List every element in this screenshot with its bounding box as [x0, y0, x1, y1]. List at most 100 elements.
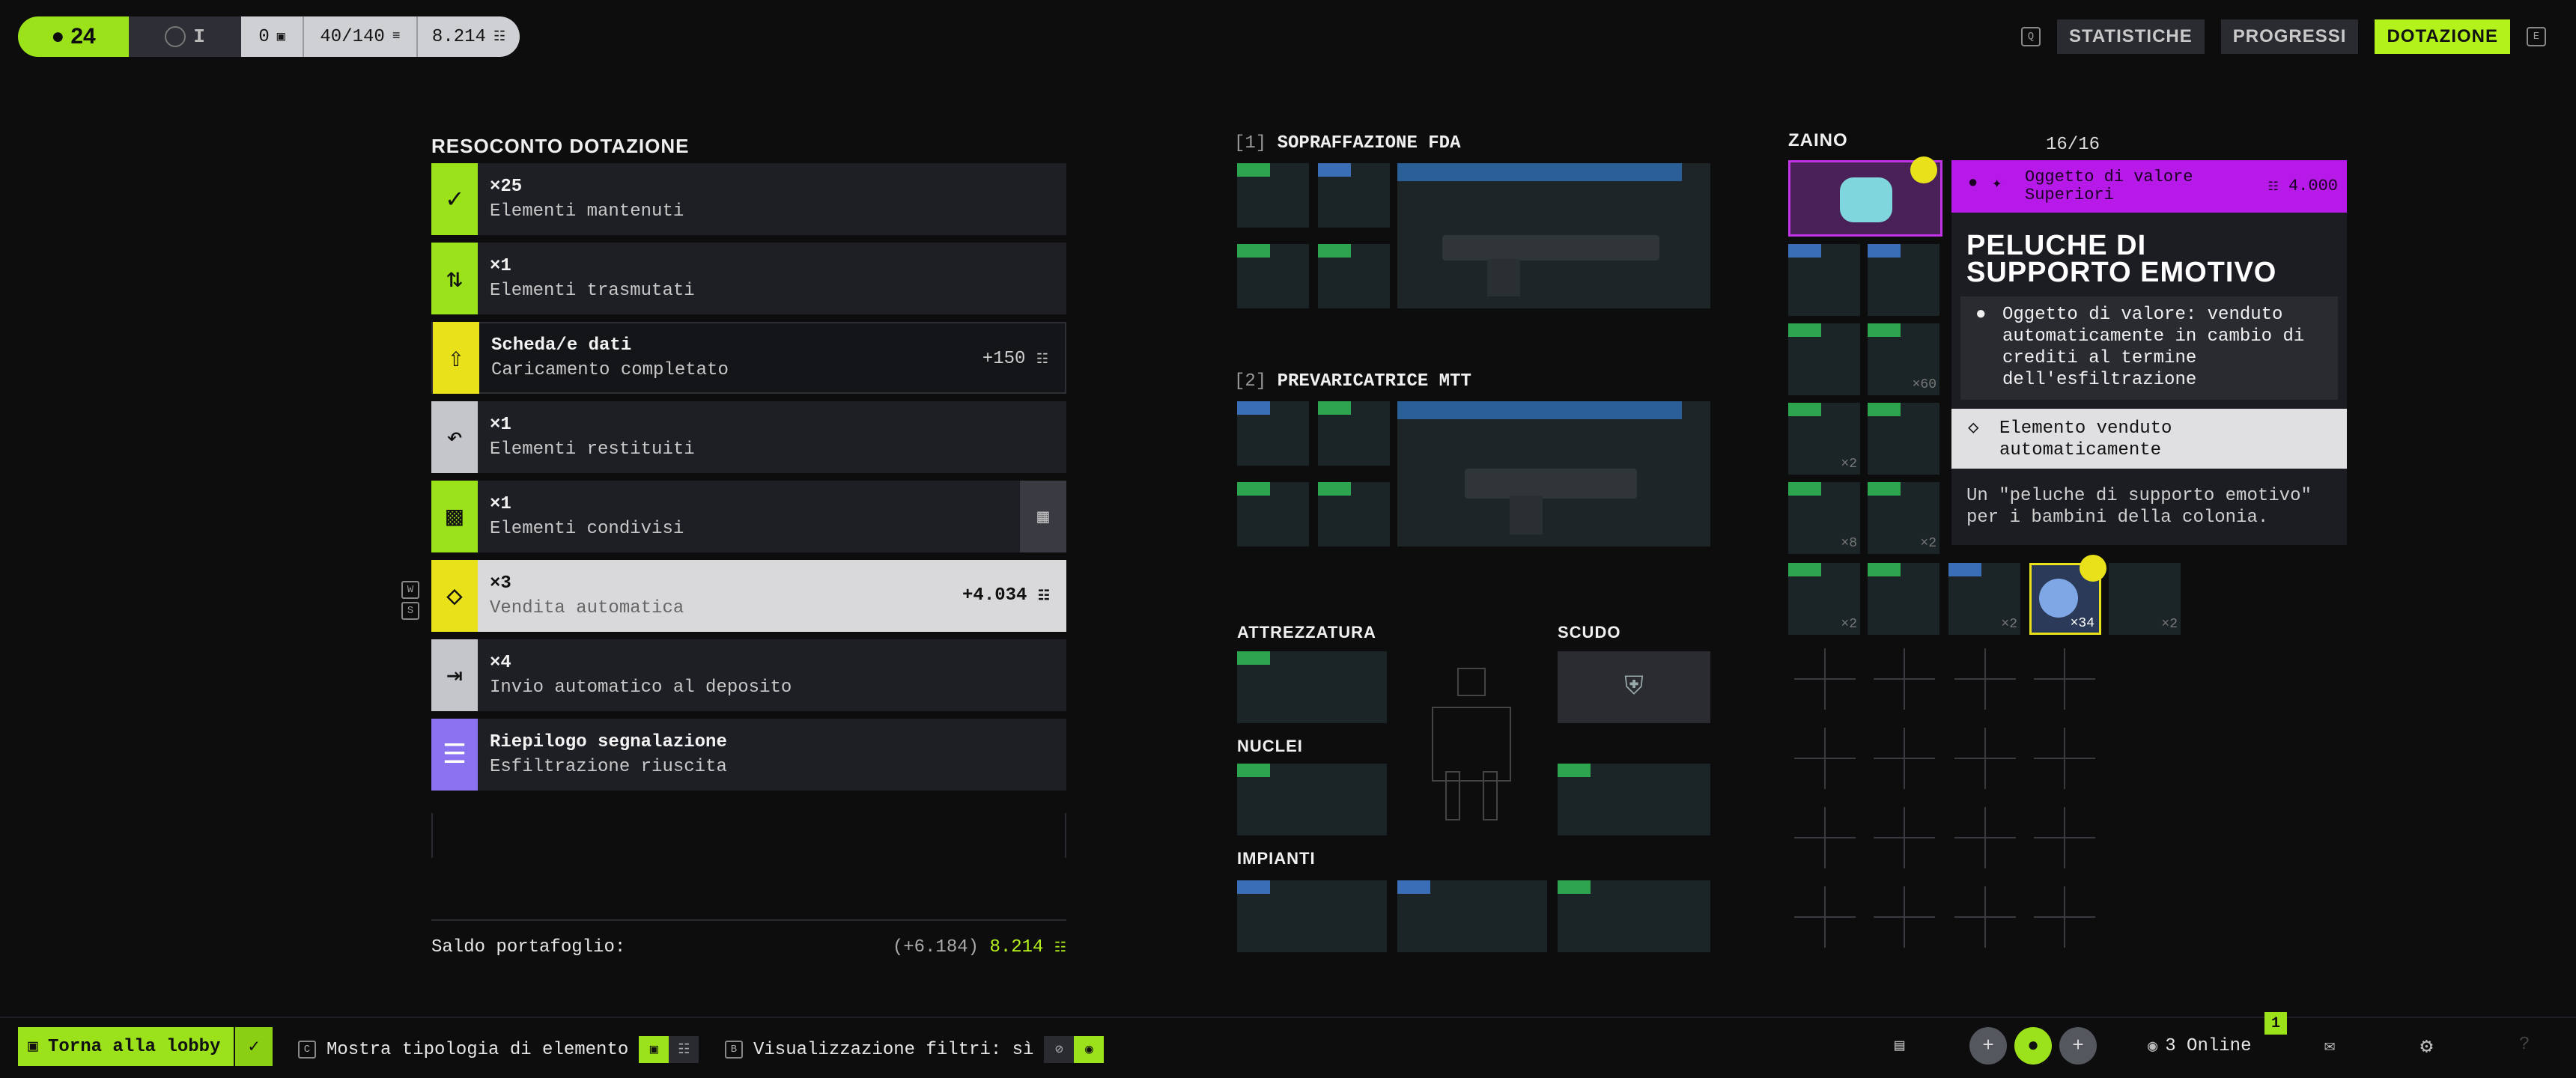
backpack-item[interactable]: ×2	[1948, 563, 2020, 635]
key-w[interactable]: W	[401, 581, 419, 599]
weapon-2-mod-slot[interactable]	[1237, 401, 1309, 466]
filter-view-toggle[interactable]: B Visualizzazione filtri: sì ⊘ ◉	[725, 1036, 1105, 1063]
row-title: Riepilogo segnalazione	[490, 732, 727, 752]
squad-controls: + ● +	[1969, 1027, 2097, 1065]
row-value: +150	[982, 349, 1026, 369]
summary-row-datacard[interactable]: ⇧ Scheda/e dati Caricamento completato +1…	[431, 322, 1066, 394]
weapon-1-mod-slot[interactable]	[1318, 244, 1390, 308]
back-to-lobby-button[interactable]: ▣ Torna alla lobby ✓	[18, 1027, 273, 1066]
summary-row-transmuted[interactable]: ⇅ ×1 Elementi trasmutati	[431, 243, 1066, 314]
tooltip-autosold: ◇ Elemento venduto automaticamente	[1951, 409, 2347, 469]
body-head-outline	[1457, 668, 1486, 696]
main-tabs: Q STATISTICHE PROGRESSI DOTAZIONE E	[2020, 19, 2546, 54]
credit-icon: ☷	[1036, 353, 1048, 368]
lobby-icon: ▣	[28, 1038, 38, 1056]
implants-label: IMPIANTI	[1237, 849, 1316, 868]
backpack-item[interactable]	[1788, 244, 1860, 316]
row-label: Caricamento completato	[491, 360, 729, 380]
backpack-item-selected[interactable]	[1788, 156, 1942, 237]
help-icon[interactable]: ?	[2519, 1035, 2530, 1055]
item-tooltip: PELUCHE DI SUPPORTO EMOTIVO ● Oggetto di…	[1951, 213, 2347, 545]
core-slot[interactable]	[1237, 764, 1387, 835]
level-badge[interactable]: ● 24	[18, 16, 129, 57]
backpack-item-coins[interactable]: ×34	[2029, 555, 2106, 635]
weapon-1-mod-slot[interactable]	[1237, 163, 1309, 228]
backpack-item[interactable]: ×2	[1788, 403, 1860, 475]
type-credit-icon[interactable]: ☷	[669, 1036, 699, 1063]
upload-icon: ⇧	[433, 322, 479, 394]
row-count: ×1	[490, 494, 511, 514]
tooltip-header: ● ✦ Oggetto di valore Superiori ☷ 4.000	[1951, 160, 2347, 213]
type-icon-on[interactable]: ▣	[639, 1036, 669, 1063]
backpack-item[interactable]	[1868, 244, 1939, 316]
weapon-2-mod-slot[interactable]	[1237, 482, 1309, 546]
row-nav-keys: W S	[401, 581, 419, 620]
weapon-1-image[interactable]	[1397, 163, 1710, 308]
row-count: ×25	[490, 177, 523, 197]
backpack-item[interactable]	[1868, 563, 1939, 635]
backpack-item[interactable]: ×2	[1868, 482, 1939, 554]
settings-gear-icon[interactable]: ⚙	[2420, 1033, 2433, 1059]
backpack-item[interactable]	[1788, 323, 1860, 395]
show-item-type-toggle[interactable]: C Mostra tipologia di elemento ▣ ☷	[298, 1036, 699, 1063]
row-count: ×1	[490, 415, 511, 435]
shield-slot[interactable]: ⛨	[1558, 651, 1710, 723]
stack-badge: ×34	[2070, 616, 2094, 631]
valuable-icon: ●	[1975, 305, 1987, 325]
weapon-1-mod-slot[interactable]	[1318, 163, 1390, 228]
summary-title: RESOCONTO DOTAZIONE	[431, 135, 690, 157]
summary-row-shared[interactable]: ▩ ×1 Elementi condivisi ▦	[431, 481, 1066, 552]
summary-row-deposit[interactable]: ⇥ ×4 Invio automatico al deposito	[431, 639, 1066, 711]
eye-off-icon[interactable]: ⊘	[1044, 1036, 1075, 1063]
backpack-item[interactable]: ×2	[1788, 563, 1860, 635]
tab-next-key-e[interactable]: E	[2527, 27, 2546, 46]
tab-prev-key-q[interactable]: Q	[2020, 27, 2041, 46]
weapon-2-image[interactable]	[1397, 401, 1710, 546]
summary-row-report[interactable]: ☰ Riepilogo segnalazione Esfiltrazione ri…	[431, 719, 1066, 791]
confirm-check-icon[interactable]: ✓	[234, 1027, 273, 1066]
implant-slot[interactable]	[1397, 880, 1547, 952]
wallet-label: Saldo portafoglio:	[431, 937, 626, 957]
summary-row-autosell[interactable]: ◇ ×3 Vendita automatica +4.034 ☷	[431, 560, 1066, 632]
backpack-item[interactable]: ×8	[1788, 482, 1860, 554]
rank-badge[interactable]: I	[129, 16, 241, 57]
summary-row-returned[interactable]: ↶ ×1 Elementi restituiti	[431, 401, 1066, 473]
rank-circle-icon	[165, 26, 186, 47]
weapon-2-mod-slot[interactable]	[1318, 401, 1390, 466]
core-slot[interactable]	[1558, 764, 1710, 835]
implant-slot[interactable]	[1558, 880, 1710, 952]
weapon-1-mod-slot[interactable]	[1237, 244, 1309, 308]
add-member-right-button[interactable]: +	[2059, 1027, 2097, 1065]
credit-icon: ☷	[2267, 180, 2279, 194]
tooltip-description: Un "peluche di supporto emotivo" per i b…	[1966, 486, 2312, 528]
gear-slot[interactable]	[1237, 651, 1387, 723]
backpack-item[interactable]	[1868, 403, 1939, 475]
grid-view-button[interactable]: ▦	[1020, 481, 1066, 552]
box-icon: ▣	[276, 30, 285, 45]
weapon-2-mod-slot[interactable]	[1318, 482, 1390, 546]
stack-badge: ×2	[1841, 457, 1857, 472]
online-friends[interactable]: ◉ 3 Online	[2148, 1036, 2251, 1056]
stack-badge: ×2	[2161, 617, 2178, 632]
stack-badge: ×2	[1841, 617, 1857, 632]
online-count: 3 Online	[2165, 1036, 2252, 1056]
backpack-item[interactable]: ×2	[2109, 563, 2181, 635]
implant-slot[interactable]	[1237, 880, 1387, 952]
key-s[interactable]: S	[401, 602, 419, 620]
player-avatar[interactable]: ●	[2014, 1027, 2052, 1065]
scroll-area	[431, 813, 1066, 858]
backpack-item[interactable]: ×60	[1868, 323, 1939, 395]
tab-dotazione[interactable]: DOTAZIONE	[2375, 19, 2510, 54]
autosell-icon: ◇	[431, 560, 478, 632]
tab-statistiche[interactable]: STATISTICHE	[2056, 19, 2205, 54]
eye-icon[interactable]: ◉	[1074, 1036, 1105, 1063]
add-member-left-button[interactable]: +	[1969, 1027, 2007, 1065]
mail-icon[interactable]: ✉	[2324, 1035, 2335, 1057]
credits-value: 8.214	[431, 26, 486, 47]
autosell-icon: ◇	[1968, 418, 1979, 439]
tab-progressi[interactable]: PROGRESSI	[2220, 19, 2359, 54]
chat-icon[interactable]: ▤	[1895, 1036, 1904, 1056]
show-type-label: Mostra tipologia di elemento	[326, 1039, 629, 1060]
counter-a-value: 0	[258, 26, 270, 47]
summary-row-kept[interactable]: ✓ ×25 Elementi mantenuti	[431, 163, 1066, 235]
